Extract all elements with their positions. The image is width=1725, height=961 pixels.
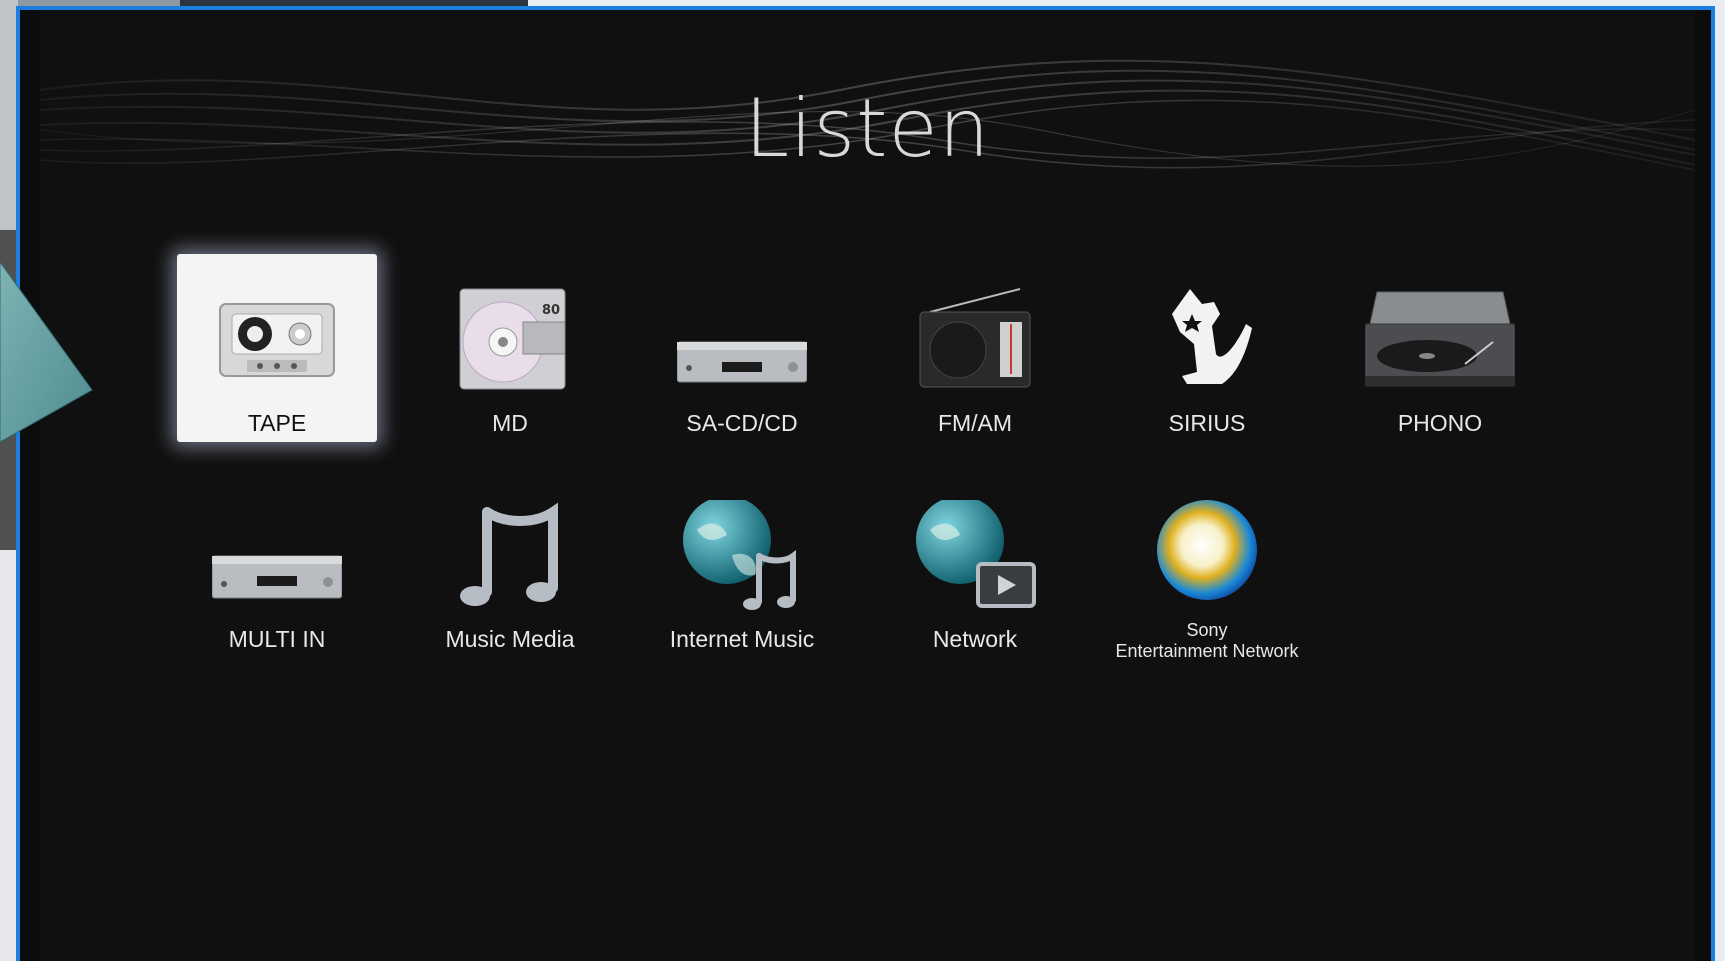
listen-menu-screen: Listen TAPE 80 MD SA-CD/CD FM/AM SIRIUS … xyxy=(40,10,1695,961)
menu-item-label: PHONO xyxy=(1397,410,1483,436)
menu-item-sirius[interactable]: SIRIUS xyxy=(1107,254,1307,442)
sirius-dog-icon xyxy=(1107,254,1307,404)
selection-pointer-arrow xyxy=(0,262,93,442)
menu-item-phono[interactable]: PHONO xyxy=(1340,254,1540,442)
sony-entertainment-network-icon xyxy=(1107,470,1307,620)
menu-item-fm-am[interactable]: FM/AM xyxy=(875,254,1075,442)
menu-item-label: Network xyxy=(932,626,1018,652)
menu-item-label: MD xyxy=(492,410,528,436)
radio-icon xyxy=(875,254,1075,404)
globe-network-icon xyxy=(875,470,1075,620)
cassette-tape-icon xyxy=(177,254,377,404)
menu-item-tape[interactable]: TAPE xyxy=(177,254,377,442)
menu-item-sa-cd-cd[interactable]: SA-CD/CD xyxy=(642,254,842,442)
menu-item-label: SIRIUS xyxy=(1168,410,1246,436)
menu-item-label: Internet Music xyxy=(669,626,815,652)
tv-frame: Listen TAPE 80 MD SA-CD/CD FM/AM SIRIUS … xyxy=(16,6,1715,961)
menu-item-label: Music Media xyxy=(445,626,575,652)
turntable-icon xyxy=(1340,254,1540,404)
menu-item-multi-in[interactable]: MULTI IN xyxy=(177,470,377,658)
menu-item-label: FM/AM xyxy=(937,410,1013,436)
globe-music-icon xyxy=(642,470,842,620)
music-note-icon xyxy=(410,470,610,620)
sen-label-line1: Sony xyxy=(1186,620,1228,640)
menu-item-md[interactable]: 80 MD xyxy=(410,254,610,442)
menu-item-internet-music[interactable]: Internet Music xyxy=(642,470,842,658)
menu-item-music-media[interactable]: Music Media xyxy=(410,470,610,658)
menu-item-label: Sony Entertainment Network xyxy=(1077,620,1337,662)
menu-item-label: MULTI IN xyxy=(228,626,326,652)
sen-label-line2: Entertainment Network xyxy=(1115,641,1299,661)
menu-item-label: TAPE xyxy=(247,410,307,436)
cd-player-icon xyxy=(642,254,842,404)
page-title: Listen xyxy=(744,82,991,175)
menu-item-label: SA-CD/CD xyxy=(686,410,798,436)
md-badge: 80 xyxy=(542,303,560,318)
menu-item-sony-entertainment-network[interactable]: Sony Entertainment Network xyxy=(1107,470,1307,661)
minidisc-icon: 80 xyxy=(410,254,610,404)
multi-in-player-icon xyxy=(177,470,377,620)
menu-item-network[interactable]: Network xyxy=(875,470,1075,658)
